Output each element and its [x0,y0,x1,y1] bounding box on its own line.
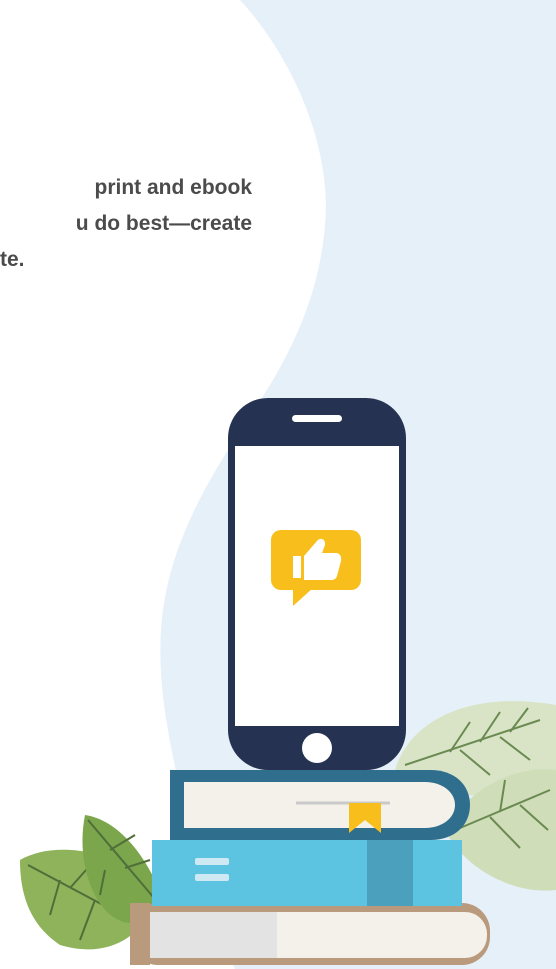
book-bottom [130,903,490,965]
illustration [20,0,556,969]
intro-line-2: u do best—create [75,212,252,235]
phone [228,398,406,770]
intro-line-1: print and ebook [94,176,253,199]
phone-speaker [292,415,342,422]
book-middle [152,840,462,906]
intro-text: print and ebook u do best—create te. [0,170,252,278]
intro-line-3: te. [0,248,25,271]
book-top [170,770,470,840]
phone-home-button [302,733,332,763]
